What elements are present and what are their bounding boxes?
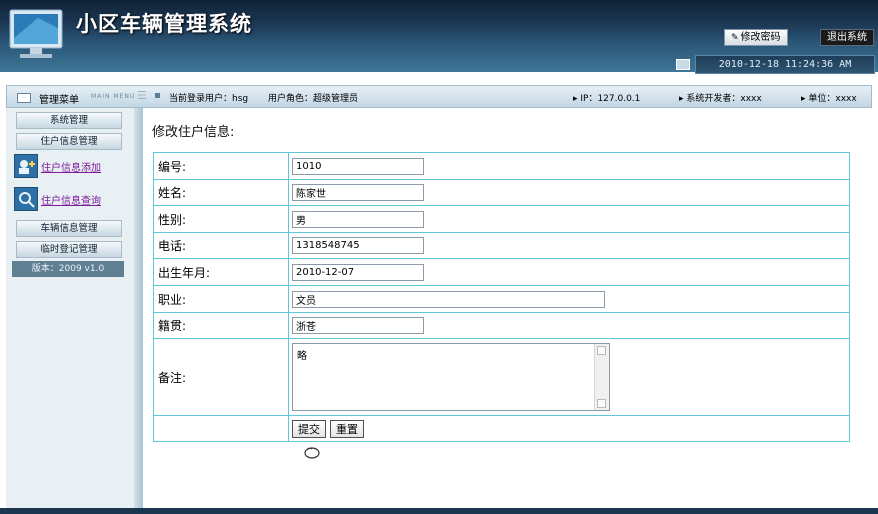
sidebar-group-resident[interactable]: 住户信息管理 bbox=[16, 133, 122, 150]
form-row-remark: 备注: 略 bbox=[153, 338, 850, 416]
gender-input[interactable] bbox=[292, 210, 424, 228]
hand-cursor-icon bbox=[304, 447, 320, 459]
form-row-occupation: 职业: bbox=[153, 285, 850, 313]
scroll-up-icon[interactable] bbox=[597, 346, 606, 355]
bullet-icon bbox=[155, 93, 160, 98]
reset-button[interactable]: 重置 bbox=[330, 419, 364, 438]
app-header: 小区车辆管理系统 ✎ 修改密码 退出系统 2010-12-18 11:24:36 … bbox=[0, 0, 878, 74]
sidebar-divider bbox=[134, 108, 143, 508]
unit-info: ▸ 单位：xxxx bbox=[801, 94, 857, 104]
user-role: 用户角色：超级管理员 bbox=[268, 94, 359, 104]
menu-title: 管理菜单 bbox=[39, 95, 79, 106]
field-label: 性别: bbox=[153, 205, 289, 233]
field-label: 编号: bbox=[153, 152, 289, 180]
sidebar-group-temp-registration[interactable]: 临时登记管理 bbox=[16, 241, 122, 258]
form-row-phone: 电话: bbox=[153, 232, 850, 259]
remark-text: 略 bbox=[297, 351, 307, 362]
form-row-birth: 出生年月: bbox=[153, 258, 850, 286]
monitor-logo-icon bbox=[9, 9, 63, 58]
sidebar-item-label: 住户信息添加 bbox=[41, 163, 101, 174]
search-resident-icon bbox=[14, 187, 38, 211]
clock-icon bbox=[676, 59, 690, 70]
ip-address: ▸ IP：127.0.0.1 bbox=[573, 94, 641, 104]
info-bar: 管理菜单 MAIN MENU ☰ 当前登录用户：hsg 用户角色：超级管理员 ▸… bbox=[6, 85, 872, 108]
sidebar-group-system[interactable]: 系统管理 bbox=[16, 112, 122, 129]
menu-icon bbox=[17, 93, 31, 103]
bottom-border bbox=[0, 508, 878, 514]
developer-info: ▸ 系统开发者：xxxx bbox=[679, 94, 762, 104]
datetime-display: 2010-12-18 11:24:36 AM bbox=[695, 55, 875, 74]
scrollbar[interactable] bbox=[594, 344, 609, 410]
form-row-actions: 提交 重置 bbox=[153, 415, 850, 442]
logout-button[interactable]: 退出系统 bbox=[820, 29, 874, 46]
key-icon: ✎ bbox=[731, 33, 739, 43]
page-title: 修改住户信息: bbox=[152, 125, 235, 140]
divider: ☰ bbox=[137, 89, 147, 102]
field-label: 籍贯: bbox=[153, 312, 289, 339]
name-input[interactable] bbox=[292, 184, 424, 201]
change-password-label: 修改密码 bbox=[740, 32, 781, 43]
form-row-name: 姓名: bbox=[153, 179, 850, 206]
field-label: 出生年月: bbox=[153, 258, 289, 286]
menu-subtitle: MAIN MENU bbox=[91, 93, 136, 100]
phone-input[interactable] bbox=[292, 237, 424, 254]
current-user: 当前登录用户：hsg bbox=[169, 94, 249, 104]
remark-textarea[interactable]: 略 bbox=[292, 343, 610, 411]
form-row-gender: 性别: bbox=[153, 205, 850, 233]
resident-edit-form: 编号: 姓名: 性别: 电话: 出生年月: 职业: 籍贯: 备注: 略 bbox=[153, 152, 850, 442]
form-row-hometown: 籍贯: bbox=[153, 312, 850, 339]
occupation-input[interactable] bbox=[292, 290, 605, 308]
version-label: 版本：2009 v1.0 bbox=[12, 261, 124, 277]
sidebar: 系统管理 住户信息管理 住户信息添加 住户信息查询 车辆信息管理 临时登记管理 … bbox=[6, 108, 134, 508]
change-password-button[interactable]: ✎ 修改密码 bbox=[724, 29, 788, 46]
submit-button[interactable]: 提交 bbox=[292, 419, 326, 438]
sidebar-item-query-resident[interactable]: 住户信息查询 bbox=[14, 187, 134, 215]
scroll-down-icon[interactable] bbox=[597, 399, 606, 408]
empty-cell bbox=[153, 415, 289, 442]
form-row-id: 编号: bbox=[153, 152, 850, 180]
field-label: 备注: bbox=[153, 338, 289, 416]
field-label: 姓名: bbox=[153, 179, 289, 206]
birth-date-input[interactable] bbox=[292, 263, 424, 281]
field-label: 电话: bbox=[153, 232, 289, 259]
hometown-input[interactable] bbox=[292, 317, 424, 334]
app-title: 小区车辆管理系统 bbox=[76, 11, 252, 36]
id-input[interactable] bbox=[292, 157, 424, 175]
add-resident-icon bbox=[14, 154, 38, 178]
sidebar-group-vehicle[interactable]: 车辆信息管理 bbox=[16, 220, 122, 237]
sidebar-item-label: 住户信息查询 bbox=[41, 196, 101, 207]
field-label: 职业: bbox=[153, 285, 289, 313]
sidebar-item-add-resident[interactable]: 住户信息添加 bbox=[14, 154, 134, 182]
